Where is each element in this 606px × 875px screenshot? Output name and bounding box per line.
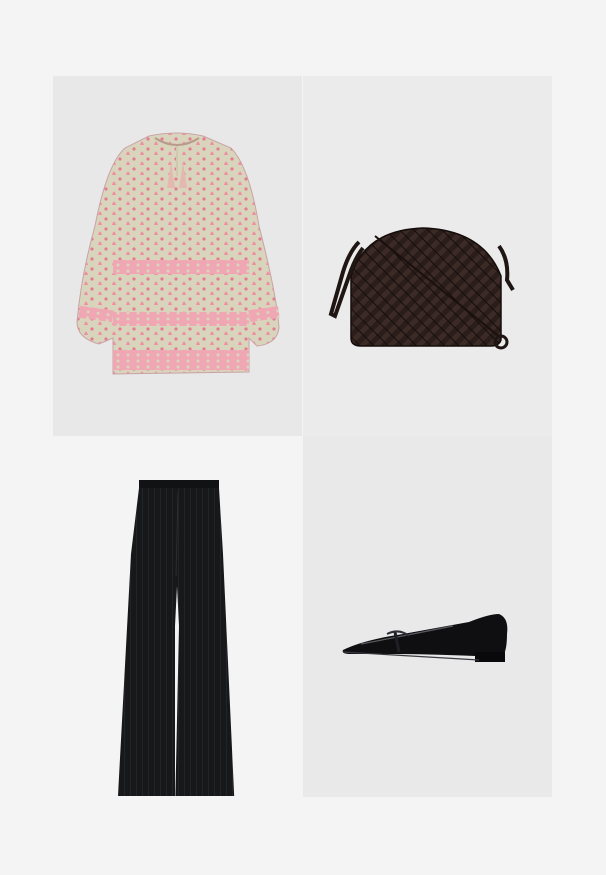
blouse-image bbox=[76, 132, 280, 375]
product-tile-shoe[interactable] bbox=[303, 436, 552, 797]
shoe-image bbox=[342, 614, 508, 662]
trousers-image bbox=[117, 480, 235, 796]
bag-image bbox=[328, 227, 515, 350]
product-tile-bag[interactable] bbox=[303, 76, 552, 436]
outfit-board bbox=[53, 76, 552, 797]
product-tile-trousers[interactable] bbox=[53, 436, 302, 796]
product-tile-blouse[interactable] bbox=[53, 76, 302, 436]
